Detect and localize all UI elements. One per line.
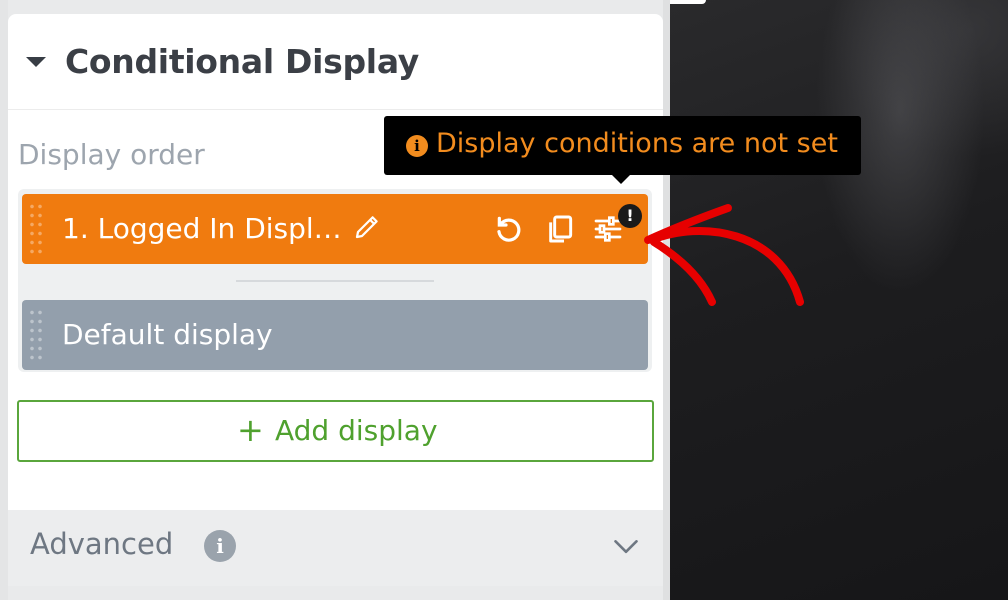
display-order-label: Display order: [18, 138, 205, 171]
tooltip-text: Display conditions are not set: [436, 128, 838, 159]
display-list: 1. Logged In Displ… ! Default display: [18, 189, 652, 372]
advanced-section-toggle[interactable]: Advanced i: [8, 510, 663, 586]
conditional-display-header[interactable]: Conditional Display: [8, 14, 663, 110]
preview-canvas: [670, 0, 1008, 600]
info-icon: i: [406, 135, 428, 157]
exclamation-badge-icon: !: [618, 204, 642, 228]
drop-separator: [236, 280, 434, 282]
info-icon[interactable]: i: [204, 530, 236, 562]
add-display-label: Add display: [275, 414, 438, 447]
page-edge: [0, 0, 8, 600]
preview-corner: [670, 0, 706, 4]
advanced-label: Advanced: [30, 527, 174, 561]
chevron-down-icon[interactable]: [612, 532, 640, 560]
drag-handle[interactable]: [28, 202, 44, 256]
add-display-button[interactable]: + Add display: [17, 400, 654, 462]
caret-down-icon[interactable]: [26, 57, 46, 67]
display-item-logged-in[interactable]: 1. Logged In Displ… !: [22, 194, 648, 264]
reset-icon[interactable]: [492, 213, 524, 245]
editor-panel: Conditional Display Display order 1. Log…: [8, 14, 663, 586]
panel-resize-handle[interactable]: [663, 0, 670, 600]
display-item-default[interactable]: Default display: [22, 300, 648, 370]
drag-handle[interactable]: [28, 308, 44, 362]
duplicate-icon[interactable]: [544, 213, 576, 245]
section-title: Conditional Display: [65, 42, 419, 81]
display-item-label: Default display: [62, 318, 273, 351]
pencil-icon[interactable]: [352, 212, 382, 242]
display-item-label: 1. Logged In Displ…: [62, 212, 342, 245]
warning-tooltip: i Display conditions are not set: [384, 116, 861, 184]
plus-icon: +: [237, 411, 264, 449]
